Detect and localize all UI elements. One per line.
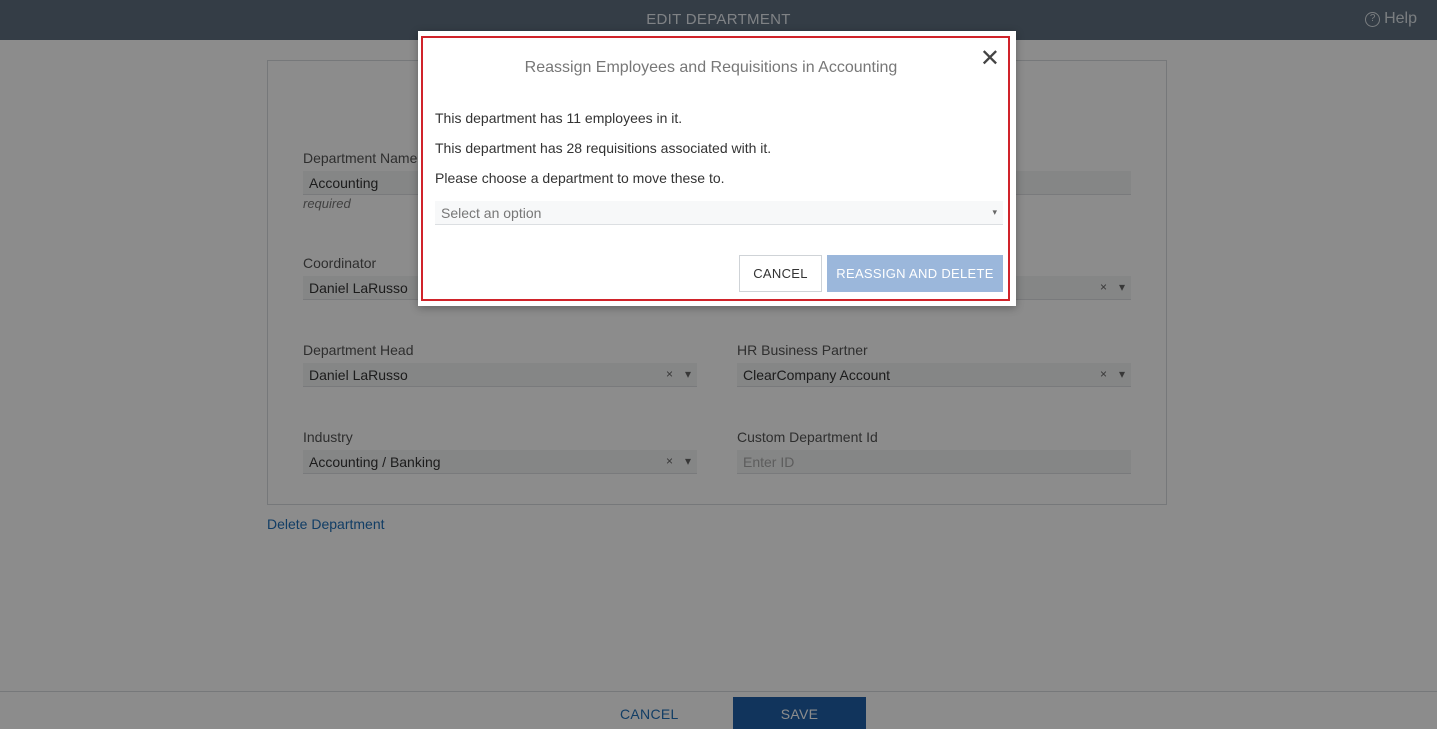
requisitions-count-text: This department has 28 requisitions asso…: [435, 140, 772, 156]
modal-title: Reassign Employees and Requisitions in A…: [524, 59, 898, 76]
reassign-modal: Reassign Employees and Requisitions in A…: [418, 31, 1016, 306]
reassign-and-delete-button[interactable]: REASSIGN AND DELETE: [827, 255, 1003, 292]
modal-highlight-frame: Reassign Employees and Requisitions in A…: [421, 36, 1010, 301]
choose-department-text: Please choose a department to move these…: [435, 170, 725, 186]
target-department-select[interactable]: Select an option ▾: [435, 201, 1003, 225]
close-icon[interactable]: ✕: [980, 47, 1000, 71]
modal-cancel-button[interactable]: CANCEL: [739, 255, 822, 292]
select-placeholder: Select an option: [441, 205, 542, 221]
employees-count-text: This department has 11 employees in it.: [435, 110, 683, 126]
chevron-down-icon: ▾: [992, 207, 997, 217]
